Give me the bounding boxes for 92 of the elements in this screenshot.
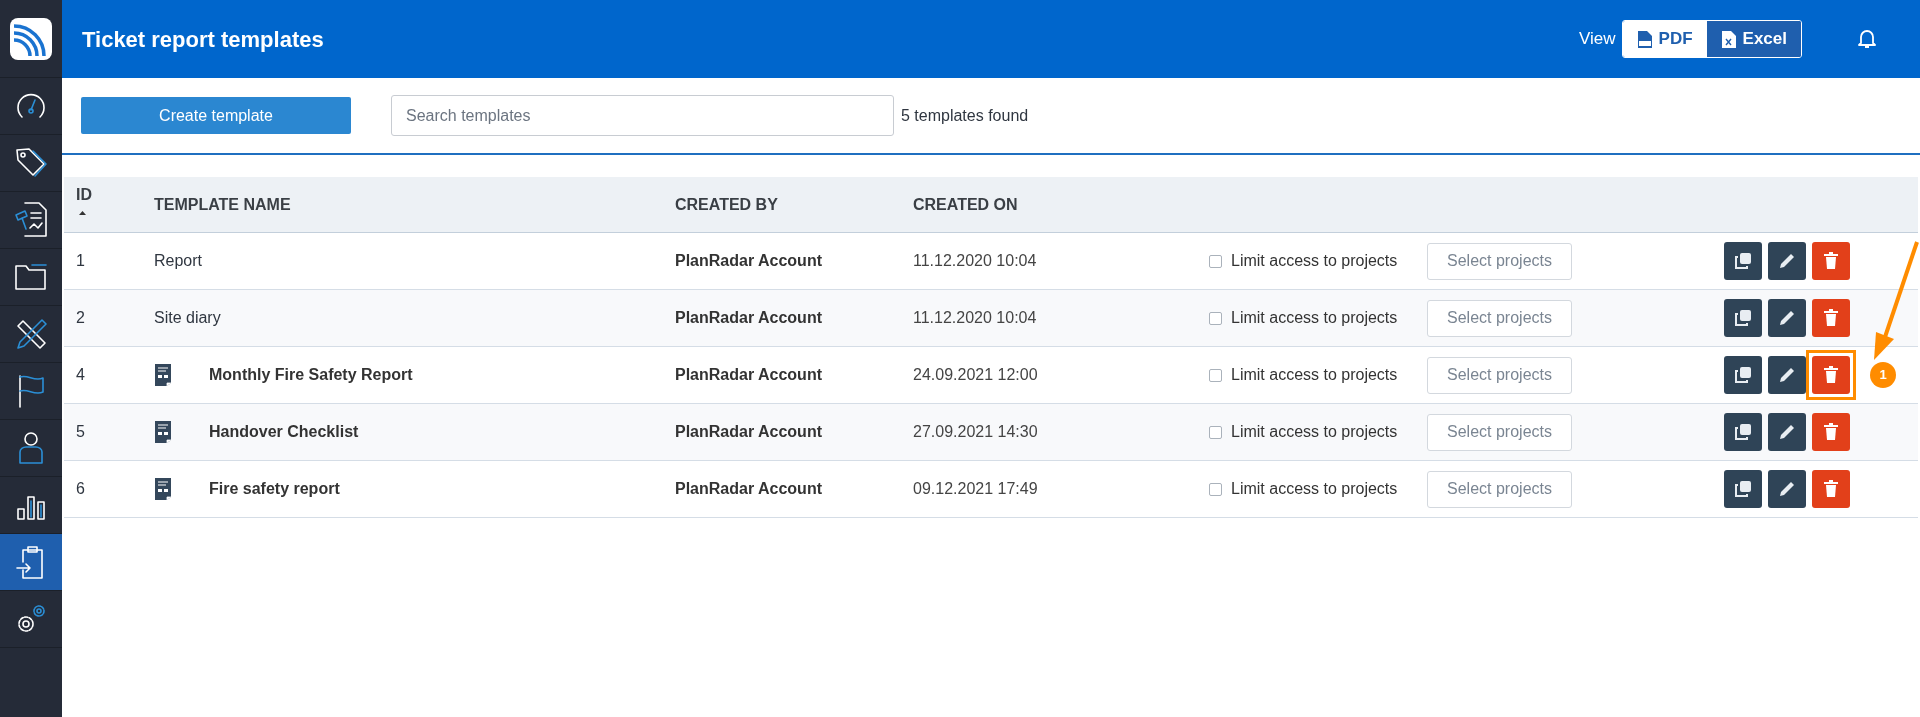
- template-name: Site diary: [154, 308, 221, 328]
- template-name: Report: [154, 251, 203, 271]
- select-projects-button[interactable]: Select projects: [1427, 242, 1572, 280]
- select-projects-button[interactable]: Select projects: [1427, 470, 1572, 508]
- pencil-icon: [1778, 423, 1796, 441]
- template-name: Monthly Fire Safety Report: [209, 365, 413, 385]
- duplicate-button[interactable]: [1724, 470, 1762, 508]
- gauge-icon: [15, 91, 47, 121]
- file-icon: [1720, 29, 1737, 49]
- checkbox[interactable]: [1209, 311, 1222, 325]
- select-projects-button[interactable]: Select projects: [1427, 356, 1572, 394]
- column-header[interactable]: CREATED BY: [663, 177, 901, 232]
- edit-button[interactable]: [1768, 242, 1806, 280]
- creator-cell-text: PlanRadar Account: [674, 308, 823, 328]
- creator-cell-text: PlanRadar Account: [674, 251, 823, 271]
- limit-access-label: Limit access to projects: [1231, 251, 1399, 271]
- template-name: Fire safety report: [209, 479, 340, 499]
- step-badge: 1: [1870, 362, 1896, 388]
- id-cell-text: 1: [75, 251, 86, 271]
- id-cell-text: 4: [75, 365, 86, 385]
- checkbox[interactable]: [1209, 254, 1222, 268]
- delete-button[interactable]: [1812, 242, 1850, 280]
- logo-icon: [10, 17, 52, 60]
- checkbox[interactable]: [1209, 368, 1222, 382]
- date-cell-text: 24.09.2021 12:00: [912, 365, 1039, 385]
- document-icon: [154, 477, 172, 501]
- result-count: 5 templates found: [901, 105, 1029, 126]
- report-icon: [13, 201, 49, 239]
- copy-icon: [1734, 480, 1752, 498]
- limit-access-label: Limit access to projects: [1231, 308, 1399, 328]
- template-name: Handover Checklist: [209, 422, 359, 442]
- creator-cell-text: PlanRadar Account: [674, 422, 823, 442]
- user-icon: [16, 430, 46, 466]
- select-projects-button[interactable]: Select projects: [1427, 413, 1572, 451]
- delete-button[interactable]: [1812, 470, 1850, 508]
- document-icon: [154, 363, 172, 387]
- copy-icon: [1734, 309, 1752, 327]
- trash-icon: [1823, 252, 1839, 270]
- view-label: View: [1579, 28, 1616, 51]
- limit-access-label: Limit access to projects: [1231, 365, 1399, 385]
- flag-icon: [16, 374, 46, 408]
- date-cell-text: 11.12.2020 10:04: [912, 308, 1038, 328]
- file-icon: [1636, 29, 1653, 49]
- pencil-icon: [1778, 480, 1796, 498]
- id-cell-text: 5: [75, 422, 86, 442]
- date-cell-text: 11.12.2020 10:04: [912, 251, 1038, 271]
- sort-ascending-icon: [79, 211, 86, 215]
- delete-button[interactable]: [1812, 356, 1850, 394]
- view-option[interactable]: Excel: [1706, 21, 1801, 57]
- ruler-pencil-icon: [14, 317, 48, 351]
- edit-button[interactable]: [1768, 356, 1806, 394]
- page-title: Ticket report templates: [82, 25, 324, 54]
- creator-cell-text: PlanRadar Account: [674, 365, 823, 385]
- edit-button[interactable]: [1768, 299, 1806, 337]
- copy-icon: [1734, 366, 1752, 384]
- trash-icon: [1823, 309, 1839, 327]
- delete-button[interactable]: [1812, 413, 1850, 451]
- tag-icon: [14, 146, 48, 180]
- creator-cell-text: PlanRadar Account: [674, 479, 823, 499]
- column-header[interactable]: TEMPLATE NAME: [142, 177, 663, 232]
- copy-icon: [1734, 252, 1752, 270]
- checkbox[interactable]: [1209, 482, 1222, 496]
- id-cell-text: 2: [75, 308, 86, 328]
- copy-icon: [1734, 423, 1752, 441]
- id-cell-text: 6: [75, 479, 86, 499]
- column-header[interactable]: CREATED ON: [901, 177, 1101, 232]
- edit-button[interactable]: [1768, 470, 1806, 508]
- date-cell-text: 09.12.2021 17:49: [912, 479, 1039, 499]
- edit-button[interactable]: [1768, 413, 1806, 451]
- limit-access-label: Limit access to projects: [1231, 479, 1399, 499]
- folder-icon: [14, 263, 48, 291]
- document-icon: [154, 420, 172, 444]
- view-option[interactable]: PDF: [1622, 21, 1707, 57]
- pencil-icon: [1778, 366, 1796, 384]
- checkbox[interactable]: [1209, 425, 1222, 439]
- create-template-button[interactable]: Create template: [81, 97, 351, 134]
- pencil-icon: [1778, 309, 1796, 327]
- date-cell-text: 27.09.2021 14:30: [912, 422, 1039, 442]
- notification-bell-icon[interactable]: [1858, 29, 1876, 49]
- trash-icon: [1823, 480, 1839, 498]
- delete-button[interactable]: [1812, 299, 1850, 337]
- column-header[interactable]: ID: [64, 177, 142, 232]
- select-projects-button[interactable]: Select projects: [1427, 299, 1572, 337]
- search-field[interactable]: Search templates: [391, 95, 894, 136]
- trash-icon: [1823, 423, 1839, 441]
- trash-icon: [1823, 366, 1839, 384]
- limit-access-label: Limit access to projects: [1231, 422, 1399, 442]
- pencil-icon: [1778, 252, 1796, 270]
- duplicate-button[interactable]: [1724, 356, 1762, 394]
- duplicate-button[interactable]: [1724, 413, 1762, 451]
- duplicate-button[interactable]: [1724, 242, 1762, 280]
- duplicate-button[interactable]: [1724, 299, 1762, 337]
